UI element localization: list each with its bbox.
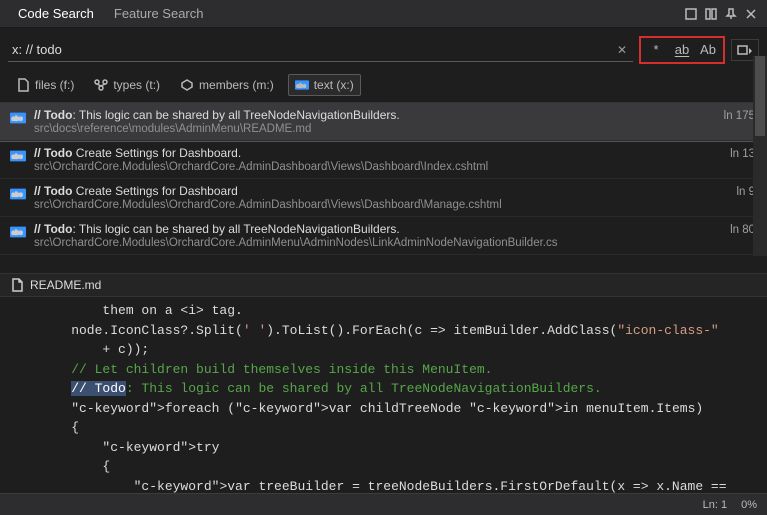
filter-label: types (t:) — [113, 78, 160, 92]
pin-icon[interactable] — [723, 6, 739, 22]
result-title: // Todo: This logic can be shared by all… — [34, 222, 712, 236]
member-icon — [180, 78, 194, 92]
result-item[interactable]: abc // Todo Create Settings for Dashboard… — [0, 141, 767, 179]
code-line: { — [0, 457, 767, 477]
match-case-button[interactable]: Ab — [697, 40, 719, 60]
filter-text-filter[interactable]: abc text (x:) — [288, 74, 361, 96]
svg-text:abc: abc — [12, 230, 23, 237]
result-path: src\docs\reference\modules\AdminMenu\REA… — [34, 123, 706, 135]
result-line-number: ln 13 — [720, 148, 755, 173]
maximize-icon[interactable] — [683, 6, 699, 22]
filter-file[interactable]: files (f:) — [10, 75, 80, 95]
match-options-group: * ab Ab — [639, 36, 725, 64]
text-result-icon: abc — [10, 110, 26, 126]
code-line: "c-keyword">foreach ("c-keyword">var chi… — [0, 399, 767, 419]
svg-text:abc: abc — [296, 83, 305, 89]
code-line: // Let children build themselves inside … — [0, 360, 767, 380]
svg-text:abc: abc — [12, 192, 23, 199]
result-title: // Todo Create Settings for Dashboard. — [34, 146, 712, 160]
result-line-number: ln 9 — [726, 186, 755, 211]
status-percent: 0% — [741, 499, 757, 511]
code-line: // Todo: This logic can be shared by all… — [0, 379, 767, 399]
file-icon — [10, 278, 24, 292]
glob-match-button[interactable]: * — [645, 40, 667, 60]
clear-search-icon[interactable]: ✕ — [611, 43, 633, 57]
search-box: ✕ — [8, 38, 633, 62]
result-title: // Todo Create Settings for Dashboard — [34, 184, 718, 198]
result-item[interactable]: abc // Todo Create Settings for Dashboard… — [0, 179, 767, 217]
text-result-icon: abc — [10, 186, 26, 202]
code-line: "c-keyword">try — [0, 438, 767, 458]
result-path: src\OrchardCore.Modules\OrchardCore.Admi… — [34, 161, 712, 173]
results-scrollbar[interactable] — [753, 56, 767, 256]
preview-header: README.md — [0, 273, 767, 297]
filter-label: members (m:) — [199, 78, 274, 92]
status-position: Ln: 1 — [703, 499, 727, 511]
results-list: abc // Todo: This logic can be shared by … — [0, 103, 767, 273]
close-icon[interactable] — [743, 6, 759, 22]
tab-code-search[interactable]: Code Search — [8, 2, 104, 25]
result-line-number: ln 80 — [720, 224, 755, 249]
code-line: + c)); — [0, 340, 767, 360]
text-result-icon: abc — [10, 148, 26, 164]
whole-word-button[interactable]: ab — [671, 40, 693, 60]
code-line: them on a <i> tag. — [0, 301, 767, 321]
search-input[interactable] — [8, 40, 611, 59]
title-bar: Code Search Feature Search — [0, 0, 767, 28]
result-item[interactable]: abc // Todo: This logic can be shared by … — [0, 217, 767, 255]
search-row: ✕ * ab Ab — [0, 28, 767, 70]
result-path: src\OrchardCore.Modules\OrchardCore.Admi… — [34, 199, 718, 211]
result-title: // Todo: This logic can be shared by all… — [34, 108, 706, 122]
result-path: src\OrchardCore.Modules\OrchardCore.Admi… — [34, 237, 712, 249]
types-icon — [94, 78, 108, 92]
tab-feature-search[interactable]: Feature Search — [104, 2, 214, 25]
result-item[interactable]: abc // Todo: This logic can be shared by … — [0, 103, 767, 141]
filter-types[interactable]: types (t:) — [88, 75, 166, 95]
text-result-icon: abc — [10, 224, 26, 240]
text-filter-icon: abc — [295, 78, 309, 92]
filter-label: text (x:) — [314, 78, 354, 92]
code-line: { — [0, 418, 767, 438]
code-view: them on a <i> tag. node.IconClass?.Split… — [0, 297, 767, 500]
filter-row: files (f:) types (t:) members (m:) abc text … — [0, 70, 767, 103]
svg-text:abc: abc — [12, 116, 23, 123]
dock-icon[interactable] — [703, 6, 719, 22]
result-line-number: ln 175 — [714, 110, 755, 135]
svg-text:abc: abc — [12, 154, 23, 161]
code-line: node.IconClass?.Split(' ').ToList().ForE… — [0, 321, 767, 341]
filter-label: files (f:) — [35, 78, 74, 92]
filter-member[interactable]: members (m:) — [174, 75, 280, 95]
file-icon — [16, 78, 30, 92]
status-bar: Ln: 1 0% — [0, 493, 767, 515]
preview-filename: README.md — [30, 278, 101, 292]
preview-pane: them on a <i> tag. node.IconClass?.Split… — [0, 297, 767, 502]
